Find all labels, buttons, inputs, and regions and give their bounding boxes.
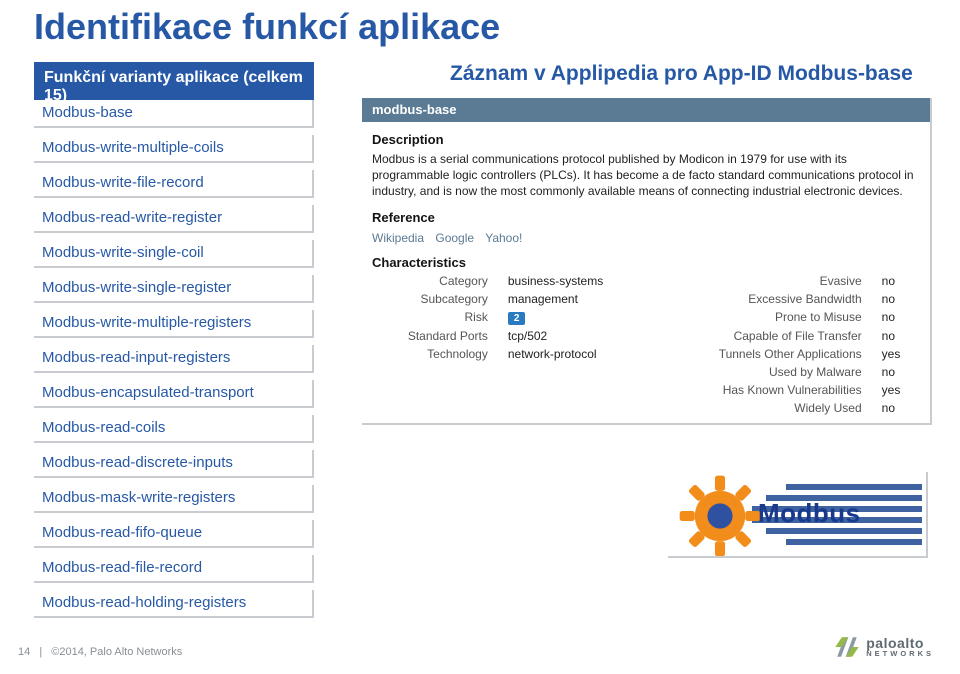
char-left-value — [498, 381, 662, 399]
reference-label: Reference — [362, 200, 930, 227]
char-left-label: Standard Ports — [362, 327, 498, 345]
page-number: 14 — [18, 646, 30, 658]
char-left-value — [498, 399, 662, 417]
char-left-label — [362, 363, 498, 381]
copyright: ©2014, Palo Alto Networks — [51, 646, 182, 658]
variant-item: Modbus-read-file-record — [34, 555, 314, 583]
description-label: Description — [362, 122, 930, 149]
characteristics-row: Standard Portstcp/502Capable of File Tra… — [362, 327, 930, 345]
char-right-value: no — [872, 272, 930, 290]
reference-links: Wikipedia Google Yahoo! — [362, 227, 930, 245]
char-left-label — [362, 399, 498, 417]
divider: | — [39, 646, 42, 658]
char-right-label: Capable of File Transfer — [662, 327, 872, 345]
char-right-label: Evasive — [662, 272, 872, 290]
char-right-value: no — [872, 363, 930, 381]
characteristics-label: Characteristics — [362, 245, 930, 272]
applipedia-panel: modbus-base Description Modbus is a seri… — [362, 98, 932, 425]
variant-item: Modbus-read-discrete-inputs — [34, 450, 314, 478]
applipedia-body: Description Modbus is a serial communica… — [362, 122, 930, 423]
char-left-label: Subcategory — [362, 290, 498, 308]
char-left-label: Category — [362, 272, 498, 290]
page-title: Identifikace funkcí aplikace — [34, 6, 500, 48]
characteristics-row: Widely Usedno — [362, 399, 930, 417]
risk-badge: 2 — [508, 312, 526, 325]
brand-b: NETWORKS — [866, 650, 934, 657]
gear-icon — [678, 474, 762, 558]
char-right-value: no — [872, 327, 930, 345]
char-right-value: no — [872, 290, 930, 308]
modbus-word: Modbus — [758, 498, 861, 529]
char-left-label — [362, 381, 498, 399]
char-right-label: Used by Malware — [662, 363, 872, 381]
char-right-label: Excessive Bandwidth — [662, 290, 872, 308]
ref-link[interactable]: Wikipedia — [372, 231, 424, 245]
variant-item: Modbus-read-fifo-queue — [34, 520, 314, 548]
variant-item: Modbus-read-input-registers — [34, 345, 314, 373]
variant-item: Modbus-write-file-record — [34, 170, 314, 198]
char-right-value: no — [872, 308, 930, 327]
characteristics-table: Categorybusiness-systemsEvasivenoSubcate… — [362, 272, 930, 417]
char-right-label: Has Known Vulnerabilities — [662, 381, 872, 399]
characteristics-row: SubcategorymanagementExcessive Bandwidth… — [362, 290, 930, 308]
slide: Identifikace funkcí aplikace Funkční var… — [0, 0, 960, 674]
characteristics-row: Used by Malwareno — [362, 363, 930, 381]
variant-item: Modbus-write-multiple-registers — [34, 310, 314, 338]
footer: 14 | ©2014, Palo Alto Networks — [18, 646, 182, 658]
characteristics-row: Technologynetwork-protocolTunnels Other … — [362, 345, 930, 363]
variant-item: Modbus-mask-write-registers — [34, 485, 314, 513]
char-left-value: network-protocol — [498, 345, 662, 363]
applipedia-header: modbus-base — [362, 98, 930, 122]
variant-item: Modbus-write-multiple-coils — [34, 135, 314, 163]
char-left-label: Risk — [362, 308, 498, 327]
variant-item: Modbus-encapsulated-transport — [34, 380, 314, 408]
pan-mark-icon — [834, 634, 860, 660]
ref-link[interactable]: Google — [435, 231, 474, 245]
pan-text: paloalto NETWORKS — [866, 637, 934, 657]
brand-a: paloalto — [866, 637, 934, 650]
char-right-label: Widely Used — [662, 399, 872, 417]
char-right-value: yes — [872, 381, 930, 399]
variant-item: Modbus-read-write-register — [34, 205, 314, 233]
modbus-logo: Modbus — [668, 472, 928, 558]
char-left-value: tcp/502 — [498, 327, 662, 345]
variant-item: Modbus-read-holding-registers — [34, 590, 314, 618]
char-left-label: Technology — [362, 345, 498, 363]
char-right-label: Prone to Misuse — [662, 308, 872, 327]
applipedia-title: Záznam v Applipedia pro App-ID Modbus-ba… — [450, 62, 913, 86]
variant-item: Modbus-base — [34, 100, 314, 128]
characteristics-row: Has Known Vulnerabilitiesyes — [362, 381, 930, 399]
char-right-label: Tunnels Other Applications — [662, 345, 872, 363]
characteristics-row: Categorybusiness-systemsEvasiveno — [362, 272, 930, 290]
paloalto-logo: paloalto NETWORKS — [834, 634, 934, 660]
variant-item: Modbus-write-single-register — [34, 275, 314, 303]
char-left-value — [498, 363, 662, 381]
characteristics-row: Risk 2 Prone to Misuseno — [362, 308, 930, 327]
char-left-value: management — [498, 290, 662, 308]
ref-link[interactable]: Yahoo! — [485, 231, 522, 245]
description-text: Modbus is a serial communications protoc… — [362, 149, 930, 200]
char-right-value: no — [872, 399, 930, 417]
char-left-value: business-systems — [498, 272, 662, 290]
char-right-value: yes — [872, 345, 930, 363]
variant-item: Modbus-write-single-coil — [34, 240, 314, 268]
variants-list: Modbus-base Modbus-write-multiple-coils Mo… — [34, 100, 314, 625]
variant-item: Modbus-read-coils — [34, 415, 314, 443]
char-left-value: 2 — [498, 308, 662, 327]
